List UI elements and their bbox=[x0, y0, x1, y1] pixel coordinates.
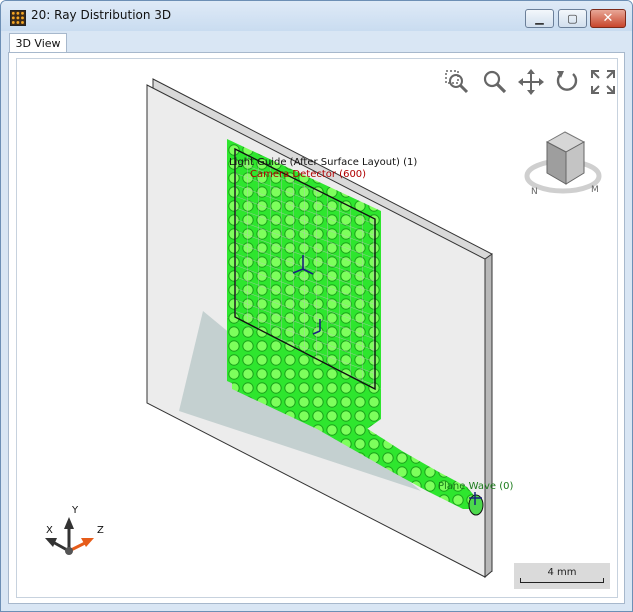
axis-x-label: X bbox=[46, 525, 53, 536]
rotate-icon[interactable] bbox=[553, 68, 581, 96]
3d-viewport[interactable]: N M Light Guide (After Surface Layout) (… bbox=[16, 58, 618, 598]
pan-icon[interactable] bbox=[517, 68, 545, 96]
plane-wave-label: Plane Wave (0) bbox=[438, 481, 514, 492]
scale-bar-label: 4 mm bbox=[547, 567, 577, 578]
ray-distribution-window: 20: Ray Distribution 3D ▁ ▢ ✕ 3D View N … bbox=[0, 0, 633, 612]
scale-bar: 4 mm bbox=[514, 563, 610, 589]
axis-triad bbox=[45, 517, 94, 555]
close-icon: ✕ bbox=[602, 11, 614, 26]
title-bar[interactable]: 20: Ray Distribution 3D ▁ ▢ ✕ bbox=[1, 1, 632, 31]
fullscreen-icon[interactable] bbox=[589, 68, 617, 96]
window-title: 20: Ray Distribution 3D bbox=[31, 8, 172, 22]
minimize-icon: ▁ bbox=[535, 12, 544, 25]
scale-bar-line bbox=[520, 582, 604, 583]
tab-content: N M Light Guide (After Surface Layout) (… bbox=[8, 52, 625, 604]
scene-drawing: N M bbox=[45, 78, 602, 579]
axis-y-label: Y bbox=[72, 505, 79, 516]
maximize-icon: ▢ bbox=[567, 12, 578, 25]
scale-bar-tick-right bbox=[603, 578, 604, 583]
minimize-button[interactable]: ▁ bbox=[525, 9, 554, 28]
light-guide-label: Light Guide (After Surface Layout) (1) bbox=[229, 157, 418, 168]
zoom-fit-icon[interactable] bbox=[443, 68, 471, 96]
scale-bar-tick-left bbox=[520, 578, 521, 583]
tab-3d-view[interactable]: 3D View bbox=[9, 33, 67, 53]
svg-text:N: N bbox=[531, 187, 538, 197]
maximize-button[interactable]: ▢ bbox=[558, 9, 587, 28]
axis-z-label: Z bbox=[97, 525, 104, 536]
app-icon bbox=[10, 10, 26, 26]
close-button[interactable]: ✕ bbox=[590, 9, 626, 28]
svg-text:M: M bbox=[591, 185, 599, 195]
zoom-icon[interactable] bbox=[481, 68, 509, 96]
view-cube-icon[interactable]: N M bbox=[524, 131, 602, 197]
camera-detector-label: Camera Detector (600) bbox=[250, 169, 367, 180]
light-guide-panel-side bbox=[484, 253, 493, 579]
